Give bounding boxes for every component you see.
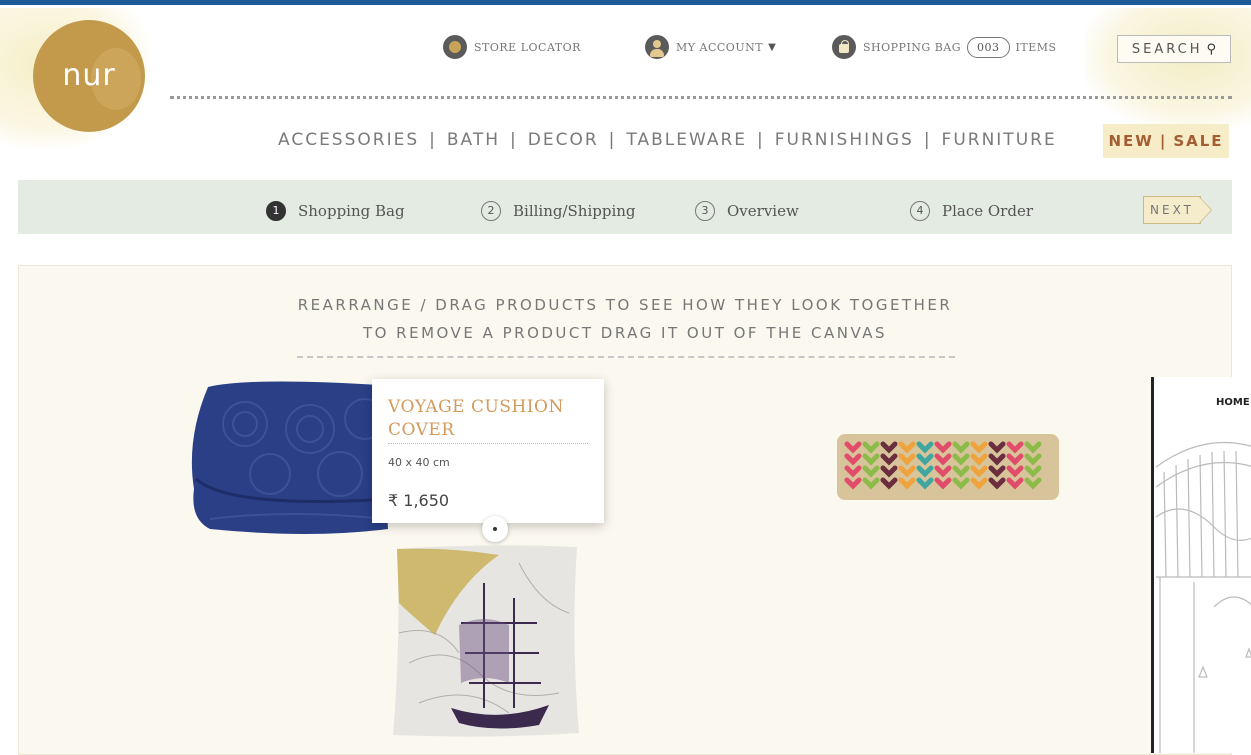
- instruction-divider: [297, 356, 955, 358]
- logo-text: nur: [62, 58, 116, 93]
- step-label: Overview: [727, 202, 799, 220]
- location-icon: [443, 35, 467, 59]
- next-button[interactable]: NEXT: [1143, 196, 1201, 224]
- nav-separator: |: [757, 130, 765, 150]
- voyage-cushion-product[interactable]: [389, 543, 583, 739]
- nav-separator: |: [510, 130, 518, 150]
- step-number: 4: [910, 201, 930, 221]
- search-label: SEARCH: [1131, 41, 1203, 57]
- store-locator-link[interactable]: STORE LOCATOR: [443, 35, 581, 59]
- main-nav: ACCESSORIES | BATH | DECOR | TABLEWARE |…: [278, 130, 1057, 150]
- step-shopping-bag[interactable]: 1 Shopping Bag: [266, 201, 405, 221]
- blue-quilt-product[interactable]: [190, 379, 395, 537]
- my-account-label: MY ACCOUNT: [676, 40, 764, 54]
- nav-item-sale[interactable]: SALE: [1173, 132, 1223, 150]
- product-size: 40 x 40 cm: [388, 456, 450, 469]
- nav-separator: |: [429, 130, 437, 150]
- step-place-order[interactable]: 4 Place Order: [910, 201, 1033, 221]
- items-label: ITEMS: [1015, 40, 1057, 54]
- step-billing-shipping[interactable]: 2 Billing/Shipping: [481, 201, 636, 221]
- shopping-bag-label: SHOPPING BAG: [863, 40, 962, 54]
- shopping-bag-link[interactable]: SHOPPING BAG 003 ITEMS: [832, 35, 1057, 59]
- drag-handle[interactable]: [482, 516, 508, 542]
- striped-bolster-product[interactable]: [835, 430, 1061, 504]
- step-label: Place Order: [942, 202, 1033, 220]
- shopping-bag-icon: [832, 35, 856, 59]
- search-icon: ⚲: [1206, 41, 1217, 57]
- step-number: 2: [481, 201, 501, 221]
- caret-down-icon: ▼: [768, 41, 777, 53]
- nav-item-tableware[interactable]: TABLEWARE: [626, 130, 747, 150]
- next-arrow-icon: [1199, 197, 1211, 223]
- step-overview[interactable]: 3 Overview: [695, 201, 799, 221]
- my-account-menu[interactable]: MY ACCOUNT ▼: [645, 35, 776, 59]
- step-number: 3: [695, 201, 715, 221]
- promo-links: NEW | SALE: [1103, 124, 1229, 158]
- nav-separator: |: [923, 130, 932, 150]
- nav-item-accessories[interactable]: ACCESSORIES: [278, 130, 419, 150]
- nav-item-furniture[interactable]: FURNITURE: [942, 130, 1057, 150]
- canvas-instruction-remove: TO REMOVE A PRODUCT DRAG IT OUT OF THE C…: [362, 324, 888, 342]
- store-locator-label: STORE LOCATOR: [474, 40, 581, 54]
- nav-item-new[interactable]: NEW: [1108, 132, 1153, 150]
- popup-divider: [388, 443, 588, 444]
- step-number: 1: [266, 201, 286, 221]
- product-price: ₹ 1,650: [388, 491, 450, 510]
- nav-separator: |: [608, 130, 617, 150]
- bag-count-badge: 003: [967, 36, 1010, 58]
- logo[interactable]: nur: [33, 20, 145, 132]
- canvas-instruction-rearrange: REARRANGE / DRAG PRODUCTS TO SEE HOW THE…: [297, 296, 953, 314]
- header-decor-right: [1085, 8, 1251, 128]
- side-panel: HOME: [1151, 377, 1251, 753]
- promo-separator: |: [1159, 132, 1168, 150]
- step-label: Billing/Shipping: [513, 202, 636, 220]
- product-name[interactable]: VOYAGE CUSHION COVER: [388, 396, 588, 442]
- product-popup[interactable]: VOYAGE CUSHION COVER 40 x 40 cm ₹ 1,650: [372, 379, 604, 523]
- architecture-sketch: [1155, 441, 1251, 753]
- header-divider: [170, 96, 1232, 99]
- nav-item-bath[interactable]: BATH: [447, 130, 500, 150]
- nav-item-furnishings[interactable]: FURNISHINGS: [775, 130, 914, 150]
- step-label: Shopping Bag: [298, 202, 405, 220]
- nav-item-decor[interactable]: DECOR: [528, 130, 599, 150]
- user-icon: [645, 35, 669, 59]
- search-button[interactable]: SEARCH ⚲: [1117, 35, 1231, 63]
